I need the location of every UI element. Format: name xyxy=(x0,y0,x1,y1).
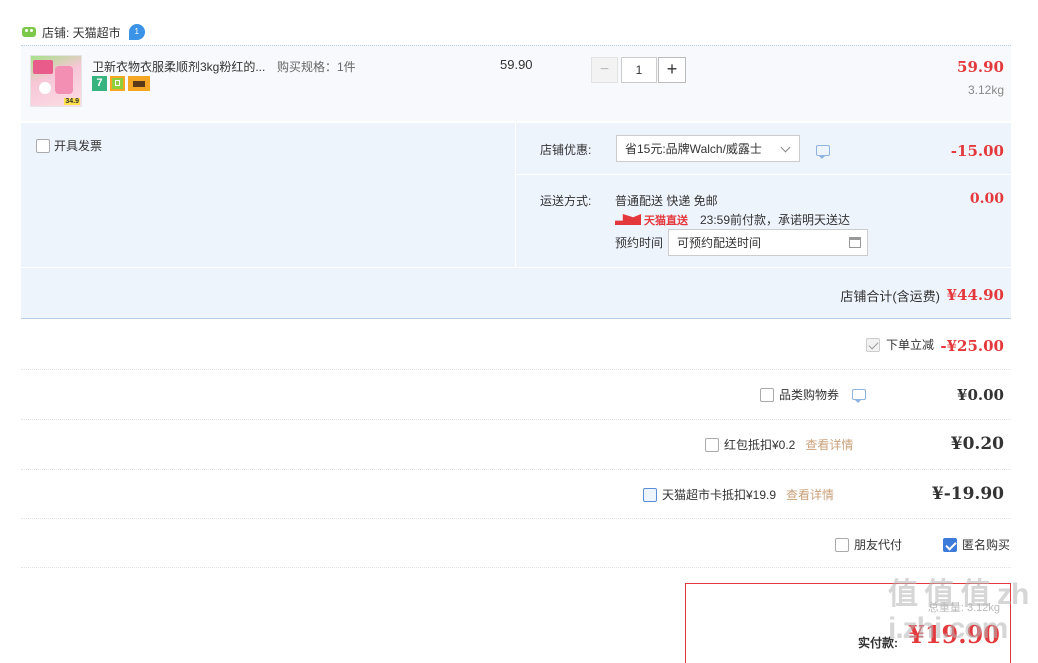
divider xyxy=(21,469,1011,470)
shop-discount-label: 店铺优惠: xyxy=(540,143,592,157)
tmall-logo-icon xyxy=(22,27,36,37)
calendar-icon[interactable] xyxy=(849,237,861,248)
divider xyxy=(21,369,1011,370)
red-packet-checkbox[interactable] xyxy=(705,437,719,452)
tmall-direct-row: 天猫直送 23:59前付款，承诺明天送达 xyxy=(615,211,850,228)
item-spec: 购买规格：1件 xyxy=(277,60,356,74)
thumbnail-price: 34.9 xyxy=(64,98,80,105)
credit-card-icon[interactable] xyxy=(128,76,150,91)
red-packet-row: 红包抵扣¥0.2 查看详情 xyxy=(705,436,853,453)
tmall-direct-badge: 天猫直送 xyxy=(644,214,688,227)
payment-box: 总重量: 3.12kg 实付款: ¥19.90 xyxy=(685,583,1011,663)
payment-weight-hint: 总重量: 3.12kg xyxy=(927,602,1000,614)
tmall-card-details-link[interactable]: 查看详情 xyxy=(786,486,834,503)
invoice-label: 开具发票 xyxy=(54,139,103,153)
friend-pay-label: 朋友代付 xyxy=(854,538,903,552)
invoice-checkbox[interactable] xyxy=(36,138,50,153)
tmall-card-checkbox[interactable] xyxy=(643,487,657,502)
category-coupon-row: 品类购物券 xyxy=(760,386,867,403)
order-discount-label: 下单立减 xyxy=(885,338,934,352)
category-coupon-amount: ¥0.00 xyxy=(957,386,1004,404)
anonymous-option[interactable]: 匿名购买 xyxy=(943,536,1010,553)
item-service-badges: 7 xyxy=(92,76,150,91)
quantity-plus-button[interactable]: + xyxy=(658,57,686,83)
anonymous-checkbox[interactable] xyxy=(943,537,957,552)
quantity-stepper: − 1 + xyxy=(591,57,686,83)
tmall-card-amount: ¥-19.90 xyxy=(931,484,1004,504)
tmall-card-row: 天猫超市卡抵扣¥19.9 查看详情 xyxy=(643,486,834,503)
payment-amount: ¥19.90 xyxy=(908,620,1000,649)
delivery-truck-icon xyxy=(615,214,641,225)
payment-label: 实付款: xyxy=(858,636,898,650)
red-packet-amount: ¥0.20 xyxy=(950,434,1004,454)
shop-header: 店铺: 天猫超市 1 xyxy=(22,23,145,41)
coupon-info-icon[interactable] xyxy=(852,389,867,403)
wangwang-chat-icon[interactable]: 1 xyxy=(128,24,145,40)
order-discount-row: 下单立减 xyxy=(865,336,934,353)
guarantee-icon[interactable] xyxy=(110,76,125,91)
discount-info-icon[interactable] xyxy=(816,145,830,160)
shipping-amount: 0.00 xyxy=(969,191,1004,207)
item-subtotal: 59.90 xyxy=(957,58,1004,76)
chevron-down-icon xyxy=(780,142,791,153)
friend-pay-option[interactable]: 朋友代付 xyxy=(835,536,902,553)
quantity-input[interactable]: 1 xyxy=(621,57,657,83)
shop-total-amount: ¥44.90 xyxy=(946,286,1004,304)
divider xyxy=(21,518,1011,519)
invoice-option[interactable]: 开具发票 xyxy=(36,137,102,154)
item-thumbnail[interactable]: 34.9 xyxy=(30,55,82,107)
shop-discount-select[interactable]: 省15元:品牌Walch/威露士 xyxy=(616,135,800,162)
item-unit-price: 59.90 xyxy=(500,57,533,72)
item-title[interactable]: 卫新衣物衣服柔顺剂3kg粉红的... xyxy=(92,58,265,75)
divider xyxy=(21,419,1011,420)
shop-discount-selected: 省15元:品牌Walch/威露士 xyxy=(625,142,762,156)
anonymous-label: 匿名购买 xyxy=(962,538,1011,552)
shipping-method: 普通配送 快递 免邮 xyxy=(615,194,718,208)
schedule-label: 预约时间 xyxy=(615,236,664,250)
schedule-placeholder: 可预约配送时间 xyxy=(677,236,762,250)
seven-day-return-icon[interactable]: 7 xyxy=(92,76,107,91)
delivery-promise: 23:59前付款，承诺明天送达 xyxy=(700,213,851,227)
order-discount-checkbox xyxy=(865,337,880,352)
red-packet-details-link[interactable]: 查看详情 xyxy=(805,436,853,453)
red-packet-label: 红包抵扣¥0.2 xyxy=(724,438,796,452)
order-discount-amount: -¥25.00 xyxy=(940,337,1004,355)
shop-name[interactable]: 店铺: 天猫超市 xyxy=(42,24,121,41)
tmall-card-label: 天猫超市卡抵扣¥19.9 xyxy=(662,488,777,502)
divider xyxy=(21,567,1011,568)
category-coupon-label: 品类购物券 xyxy=(779,388,840,402)
schedule-time-input[interactable]: 可预约配送时间 xyxy=(668,229,868,256)
item-weight: 3.12kg xyxy=(967,83,1004,97)
friend-pay-checkbox[interactable] xyxy=(835,537,849,552)
shop-total-label: 店铺合计(含运费) xyxy=(840,289,940,304)
shop-discount-amount: -15.00 xyxy=(950,142,1004,160)
shipping-label: 运送方式: xyxy=(540,194,592,208)
quantity-minus-button[interactable]: − xyxy=(591,57,618,83)
category-coupon-checkbox[interactable] xyxy=(760,387,774,402)
